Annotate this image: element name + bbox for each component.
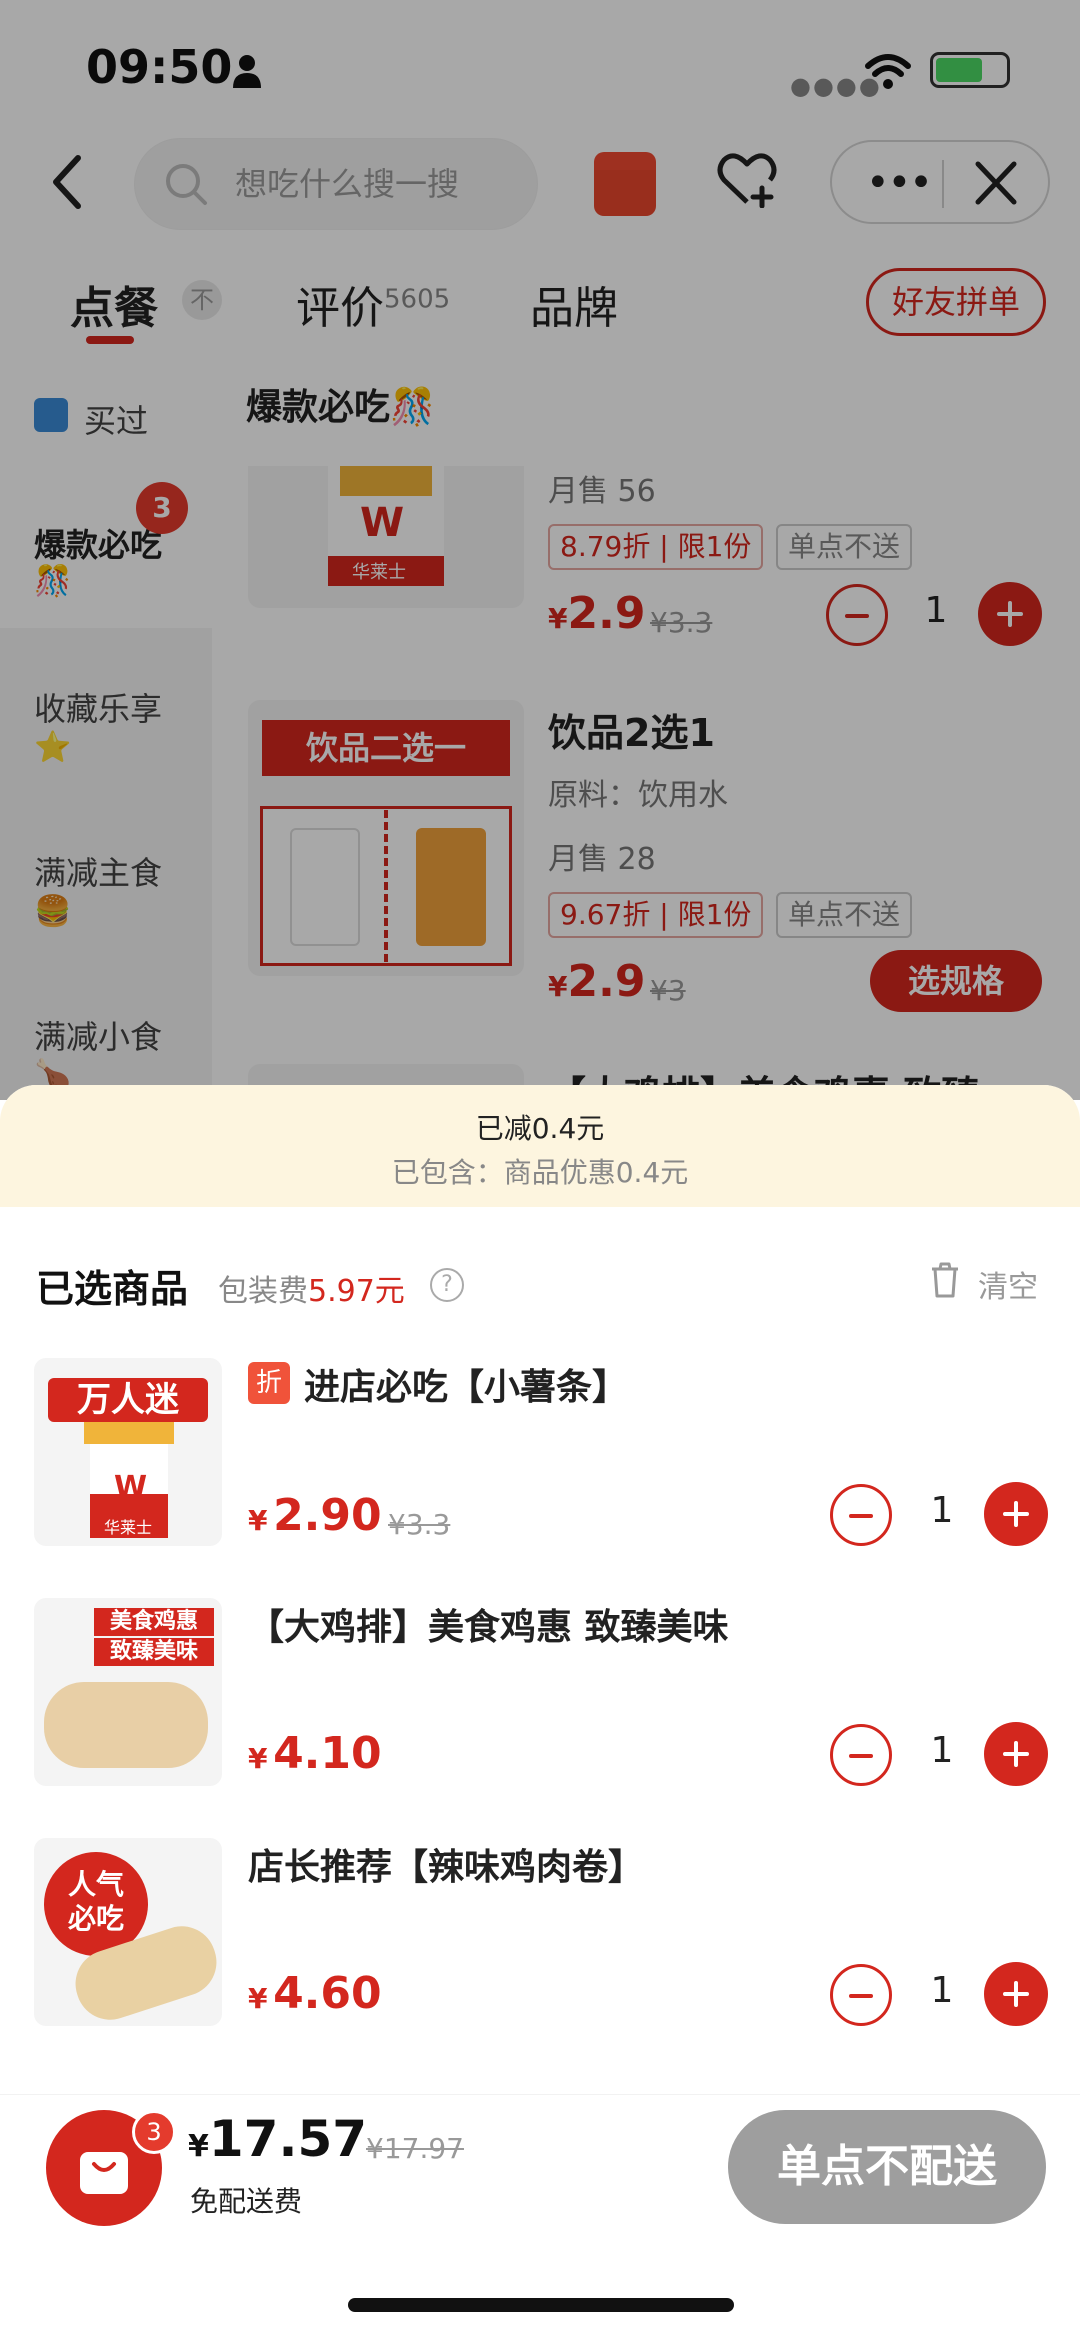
promo-text: 万人迷: [48, 1378, 208, 1422]
decrease-button[interactable]: [830, 1484, 892, 1546]
currency-symbol: ¥: [248, 1504, 268, 1537]
currency-symbol: ¥: [248, 1742, 268, 1775]
quantity: 1: [930, 1730, 954, 1771]
checkout-button[interactable]: 单点不配送: [728, 2110, 1046, 2224]
savings-amount: 已减0.4元: [475, 1112, 605, 1145]
cart-item-price: ¥ 2.90: [248, 1490, 382, 1541]
cart-item-image-chicken-wrap[interactable]: 人气 必吃: [34, 1838, 222, 2026]
bag-glyph: [80, 2152, 128, 2194]
promo-text: 美食鸡惠: [94, 1608, 214, 1636]
cart-item-name: 【大鸡排】美食鸡惠 致臻美味: [248, 1607, 729, 1648]
cart-item-image-chicken-steak[interactable]: 美食鸡惠 致臻美味: [34, 1598, 222, 1786]
increase-button[interactable]: [984, 1722, 1048, 1786]
cart-total: ¥17.57: [188, 2110, 367, 2168]
savings-banner: 已减0.4元 已包含：商品优惠0.4元: [0, 1085, 1080, 1207]
cart-item-price: ¥ 4.10: [248, 1728, 382, 1779]
price-value: 4.60: [273, 1968, 382, 2019]
cart-item-name: 进店必吃【小薯条】: [304, 1367, 629, 1408]
increase-button[interactable]: [984, 1482, 1048, 1546]
increase-button[interactable]: [984, 1962, 1048, 2026]
help-icon[interactable]: ?: [430, 1268, 464, 1302]
currency-symbol: ¥: [248, 1982, 268, 2015]
packing-fee-label: 包装费: [218, 1274, 308, 1309]
original-total: ¥17.97: [366, 2132, 464, 2165]
packing-fee-value: 5.97元: [308, 1274, 405, 1309]
brand-logo: W: [114, 1470, 148, 1505]
price-value: 2.90: [273, 1490, 382, 1541]
promo-text: 致臻美味: [94, 1638, 214, 1666]
cart-item-image-fries[interactable]: 万人迷 W 华莱士: [34, 1358, 222, 1546]
decrease-button[interactable]: [830, 1724, 892, 1786]
discount-badge: 折: [248, 1362, 290, 1404]
clear-cart-button[interactable]: 清空: [978, 1262, 1038, 1306]
chicken-steak: [44, 1682, 208, 1768]
packing-fee: 包装费5.97元: [218, 1266, 405, 1310]
promo-text: 必吃: [67, 1902, 124, 1935]
delivery-fee-note: 免配送费: [190, 2185, 303, 2218]
home-indicator: [348, 2298, 734, 2312]
cart-count-badge: 3: [132, 2110, 176, 2154]
cart-item-name: 店长推荐【辣味鸡肉卷】: [248, 1847, 645, 1888]
quantity: 1: [930, 1490, 954, 1531]
decrease-button[interactable]: [830, 1964, 892, 2026]
promo-text: 人气: [67, 1868, 124, 1901]
brand-name: 华莱士: [104, 1518, 153, 1537]
savings-detail: 已包含：商品优惠0.4元: [391, 1156, 689, 1189]
currency-symbol: ¥: [188, 2129, 209, 2164]
cart-item-price: ¥ 4.60: [248, 1968, 382, 2019]
selected-items-title: 已选商品: [36, 1267, 189, 1311]
price-value: 4.10: [273, 1728, 382, 1779]
cart-item-original-price: ¥3.3: [388, 1508, 451, 1541]
quantity: 1: [930, 1970, 954, 2011]
trash-icon[interactable]: [930, 1262, 960, 1298]
modal-overlay[interactable]: [0, 0, 1080, 1100]
total-value: 17.57: [208, 2110, 368, 2168]
